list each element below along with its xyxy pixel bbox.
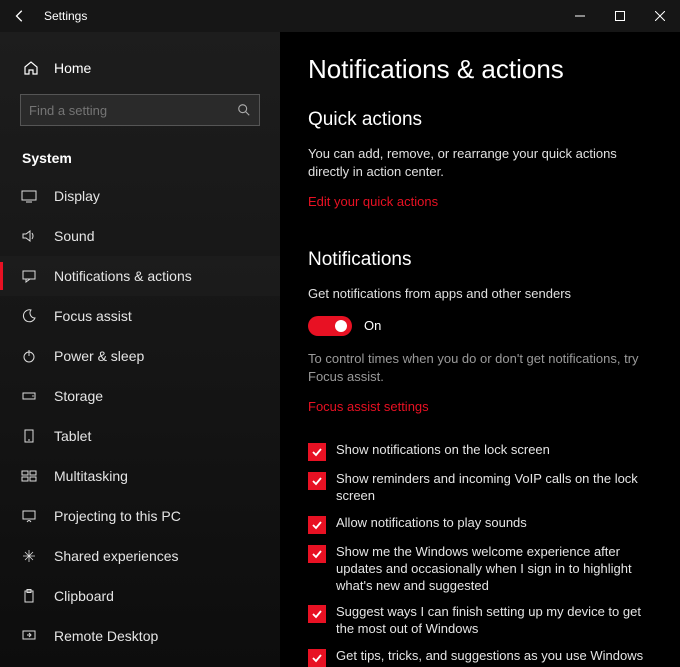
- sidebar-item-power-sleep[interactable]: Power & sleep: [0, 336, 280, 376]
- sidebar-item-label: Display: [54, 188, 100, 204]
- quick-actions-title: Quick actions: [308, 109, 652, 131]
- focus-assist-link[interactable]: Focus assist settings: [308, 399, 429, 414]
- close-button[interactable]: [640, 0, 680, 32]
- check-row-welcome: Show me the Windows welcome experience a…: [308, 544, 652, 595]
- quick-actions-desc: You can add, remove, or rearrange your q…: [308, 145, 652, 181]
- clipboard-icon: [20, 588, 38, 604]
- check-row-setup-suggestions: Suggest ways I can finish setting up my …: [308, 604, 652, 638]
- content-area: Notifications & actions Quick actions Yo…: [280, 32, 680, 667]
- checkbox[interactable]: [308, 649, 326, 667]
- toggle-state: On: [364, 318, 381, 333]
- notifications-toggle-label: Get notifications from apps and other se…: [308, 285, 652, 303]
- maximize-button[interactable]: [600, 0, 640, 32]
- checkbox[interactable]: [308, 443, 326, 461]
- search-box[interactable]: [20, 94, 260, 126]
- notifications-icon: [20, 268, 38, 284]
- sidebar-item-shared-experiences[interactable]: Shared experiences: [0, 536, 280, 576]
- sidebar-item-tablet[interactable]: Tablet: [0, 416, 280, 456]
- check-icon: [311, 608, 323, 620]
- nav-list: Display Sound Notifications & actions Fo…: [0, 176, 280, 656]
- sidebar-item-label: Storage: [54, 388, 103, 404]
- maximize-icon: [615, 11, 625, 21]
- sound-icon: [20, 228, 38, 244]
- check-label: Show me the Windows welcome experience a…: [336, 544, 652, 595]
- sidebar-item-label: Projecting to this PC: [54, 508, 181, 524]
- sidebar-item-label: Power & sleep: [54, 348, 144, 364]
- sidebar-item-label: Focus assist: [54, 308, 132, 324]
- check-row-tips: Get tips, tricks, and suggestions as you…: [308, 648, 652, 667]
- window-title: Settings: [44, 9, 87, 23]
- shared-icon: [20, 548, 38, 564]
- sidebar-item-projecting[interactable]: Projecting to this PC: [0, 496, 280, 536]
- back-button[interactable]: [0, 0, 40, 32]
- tablet-icon: [20, 428, 38, 444]
- focus-assist-desc: To control times when you do or don't ge…: [308, 350, 652, 386]
- check-icon: [311, 652, 323, 664]
- check-row-reminders: Show reminders and incoming VoIP calls o…: [308, 471, 652, 505]
- toggle-knob: [335, 320, 347, 332]
- remote-desktop-icon: [20, 628, 38, 644]
- check-row-sounds: Allow notifications to play sounds: [308, 515, 652, 534]
- sidebar-item-label: Remote Desktop: [54, 628, 158, 644]
- search-icon: [237, 103, 251, 117]
- edit-quick-actions-link[interactable]: Edit your quick actions: [308, 194, 438, 209]
- sidebar: Home System Display Sound Notifications: [0, 32, 280, 667]
- sidebar-item-notifications[interactable]: Notifications & actions: [0, 256, 280, 296]
- sidebar-item-clipboard[interactable]: Clipboard: [0, 576, 280, 616]
- checkbox[interactable]: [308, 516, 326, 534]
- display-icon: [20, 188, 38, 204]
- search-input[interactable]: [29, 103, 237, 118]
- notifications-toggle[interactable]: [308, 316, 352, 336]
- category-label: System: [0, 140, 280, 176]
- home-icon: [22, 60, 40, 76]
- sidebar-item-label: Tablet: [54, 428, 91, 444]
- checkbox[interactable]: [308, 605, 326, 623]
- home-button[interactable]: Home: [0, 50, 280, 86]
- check-label: Suggest ways I can finish setting up my …: [336, 604, 652, 638]
- sidebar-item-label: Clipboard: [54, 588, 114, 604]
- check-label: Show reminders and incoming VoIP calls o…: [336, 471, 652, 505]
- sidebar-item-label: Shared experiences: [54, 548, 179, 564]
- multitasking-icon: [20, 468, 38, 484]
- home-label: Home: [54, 60, 91, 76]
- close-icon: [655, 11, 665, 21]
- sidebar-item-storage[interactable]: Storage: [0, 376, 280, 416]
- moon-icon: [20, 308, 38, 324]
- check-row-lock-screen: Show notifications on the lock screen: [308, 442, 652, 461]
- projecting-icon: [20, 508, 38, 524]
- check-icon: [311, 519, 323, 531]
- page-title: Notifications & actions: [308, 54, 652, 85]
- check-label: Allow notifications to play sounds: [336, 515, 527, 532]
- sidebar-item-focus-assist[interactable]: Focus assist: [0, 296, 280, 336]
- check-icon: [311, 548, 323, 560]
- titlebar: Settings: [0, 0, 680, 32]
- storage-icon: [20, 388, 38, 404]
- notification-checklist: Show notifications on the lock screen Sh…: [308, 442, 652, 667]
- sidebar-item-label: Multitasking: [54, 468, 128, 484]
- sidebar-item-label: Sound: [54, 228, 94, 244]
- sidebar-item-remote-desktop[interactable]: Remote Desktop: [0, 616, 280, 656]
- sidebar-item-label: Notifications & actions: [54, 268, 192, 284]
- check-icon: [311, 475, 323, 487]
- minimize-button[interactable]: [560, 0, 600, 32]
- check-label: Get tips, tricks, and suggestions as you…: [336, 648, 643, 665]
- check-icon: [311, 446, 323, 458]
- check-label: Show notifications on the lock screen: [336, 442, 550, 459]
- power-icon: [20, 348, 38, 364]
- notifications-title: Notifications: [308, 249, 652, 271]
- minimize-icon: [575, 11, 585, 21]
- arrow-left-icon: [13, 9, 27, 23]
- checkbox[interactable]: [308, 545, 326, 563]
- sidebar-item-display[interactable]: Display: [0, 176, 280, 216]
- sidebar-item-multitasking[interactable]: Multitasking: [0, 456, 280, 496]
- sidebar-item-sound[interactable]: Sound: [0, 216, 280, 256]
- checkbox[interactable]: [308, 472, 326, 490]
